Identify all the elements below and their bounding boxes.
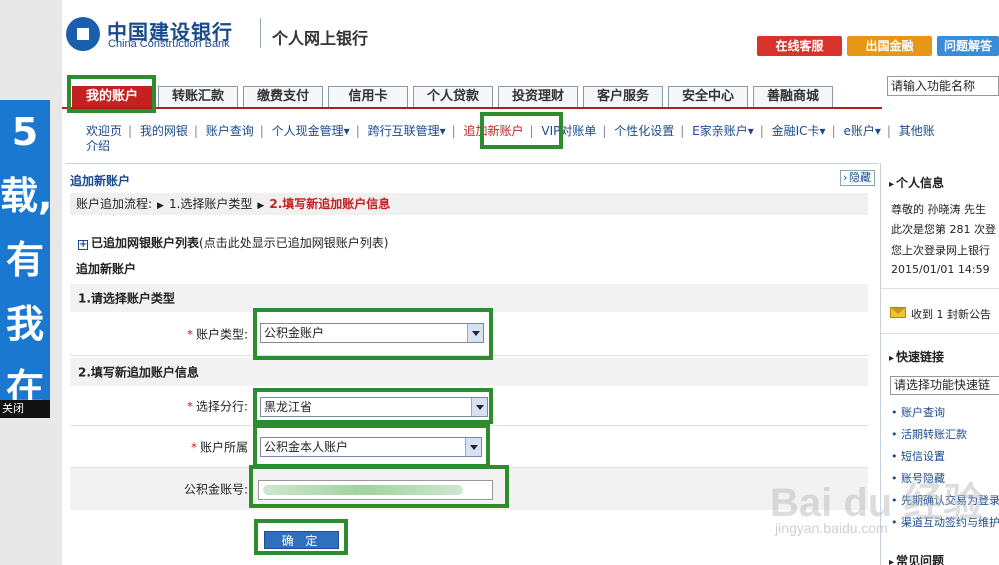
quick-link-transfer[interactable]: 活期转账汇款 [891,426,967,442]
step1-label: 1.请选择账户类型 [78,291,175,306]
function-search-input[interactable]: 请输入功能名称 [887,76,999,96]
acct-no-label: 公积金账号: [183,482,248,497]
main-top-divider [66,163,878,164]
ad-text-3: 有 [5,238,44,282]
required-star-icon: * [186,399,193,413]
submenu-account-query[interactable]: 账户查询 [206,124,254,138]
personal-info-title: 个人信息 [889,174,944,191]
flow-arrow-icon: ▶ [157,201,164,211]
tab-customer-service[interactable]: 客户服务 [583,86,663,108]
faq-button[interactable]: 问题解答 [937,36,999,56]
ad-text-4: 我 [5,302,44,346]
flow-breadcrumb: 账户追加流程: ▶ 1.选择账户类型 ▶ 2.填写新追加账户信息 [70,193,868,215]
branch-label: * 选择分行: [186,399,248,413]
highlight-my-account [67,75,156,113]
quick-link-sms[interactable]: 短信设置 [891,448,945,464]
overseas-finance-button[interactable]: 出国金融 [847,36,932,56]
left-ad-strip: 5 载, 有 我 在 关闭 [0,0,62,565]
submenu-family-account[interactable]: E家亲账户▾ [692,124,754,138]
expand-plus-icon: + [78,239,88,250]
submenu-interbank[interactable]: 跨行互联管理▾ [368,124,446,138]
app-root: 5 载, 有 我 在 关闭 中国建设银行 China Construction … [0,0,999,565]
ad-close-button[interactable]: 关闭 [0,400,50,418]
tab-mall[interactable]: 善融商城 [753,86,833,108]
quick-links-title: 快速链接 [889,348,944,365]
page-title: 追加新账户 [70,174,131,188]
tab-credit-card[interactable]: 信用卡 [328,86,408,108]
submenu-personalize[interactable]: 个性化设置 [614,124,674,138]
highlight-account-type [253,308,493,360]
quick-link-select[interactable]: 请选择功能快速链 [890,376,999,395]
submenu-welcome[interactable]: 欢迎页 [86,124,122,138]
submenu-other[interactable]: 其他账 [899,124,935,138]
tab-transfer[interactable]: 转账汇款 [158,86,238,108]
mail-icon [890,307,906,318]
added-list-note: (点击此处显示已追加网银账户列表) [199,236,389,250]
highlight-branch [253,388,493,424]
added-list-title: 已追加网银账户列表 [91,236,200,250]
flow-label: 账户追加流程: [76,197,153,211]
section-title: 追加新账户 [76,262,137,276]
tab-investment[interactable]: 投资理财 [498,86,578,108]
watermark-url: jingyan.baidu.com [775,520,888,536]
tab-personal-loan[interactable]: 个人贷款 [413,86,493,108]
bank-name-en: China Construction Bank [108,38,230,50]
step2-label: 2.填写新追加账户信息 [78,365,199,380]
logo-divider [260,18,261,48]
visit-count-text: 此次是您第 281 次登 [891,223,996,236]
highlight-add-account [480,112,563,149]
online-service-button[interactable]: 在线客服 [757,36,842,56]
highlight-account-number [249,465,509,508]
flow-step-1: 1.选择账户类型 [168,197,253,211]
step2-row: 2.填写新追加账户信息 [70,358,868,386]
sidebar-divider [881,333,999,334]
flow-step-2: 2.填写新追加账户信息 [269,197,391,211]
ad-text-1: 5 [11,110,39,154]
highlight-confirm [254,519,348,555]
hide-sidebar-button[interactable]: 隐藏 [840,170,875,186]
ad-text-2: 载, [0,174,50,218]
ad-banner[interactable]: 5 载, 有 我 在 [0,100,50,400]
flow-arrow-icon: ▶ [257,201,265,211]
last-login-text: 您上次登录网上银行 [891,244,990,257]
required-star-icon: * [186,327,193,341]
highlight-owner [253,424,490,468]
nav-underline [62,107,882,109]
submenu-intro[interactable]: 介绍 [86,137,110,154]
submenu-e-account[interactable]: e账户▾ [843,124,880,138]
faq-title: 常见问题 [889,552,944,565]
quick-link-account-query[interactable]: 账户查询 [891,404,945,420]
tab-payment[interactable]: 缴费支付 [243,86,323,108]
last-login-time: 2015/01/01 14:59 [891,263,990,276]
ad-text-5: 在 [5,366,44,400]
greeting-text: 尊敬的 孙晓涛 先生 [891,203,986,216]
sidebar-divider [881,288,999,289]
ccb-logo-icon [66,17,100,51]
mail-notice[interactable]: 收到 1 封新公告 [911,306,991,322]
belong-label: * 账户所属 [190,440,248,454]
submenu-cash-management[interactable]: 个人现金管理▾ [272,124,350,138]
required-star-icon: * [190,440,197,454]
added-accounts-toggle[interactable]: + 已追加网银账户列表(点击此处显示已追加网银账户列表) [78,234,388,251]
account-type-label: * 账户类型: [186,327,248,341]
submenu-ic-card[interactable]: 金融IC卡▾ [772,124,826,138]
site-title: 个人网上银行 [272,29,369,48]
tab-security[interactable]: 安全中心 [668,86,748,108]
submenu-my-ebank[interactable]: 我的网银 [140,124,188,138]
